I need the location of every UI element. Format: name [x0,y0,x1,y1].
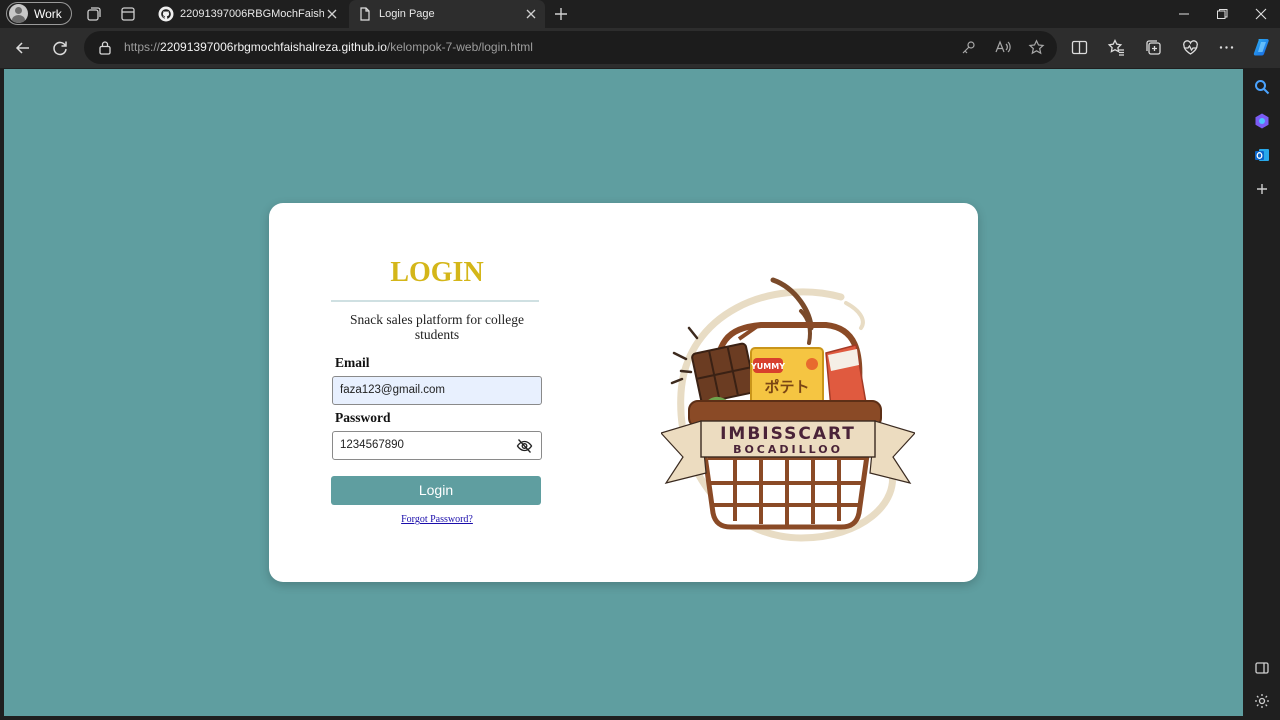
tab-actions-icon[interactable] [119,5,137,23]
split-screen-icon[interactable] [1070,38,1089,57]
login-form: LOGIN Snack sales platform for college s… [331,247,543,525]
snack-label: YUMMY [750,362,785,371]
page-title: LOGIN [390,257,484,288]
more-options-icon[interactable] [1217,38,1236,57]
password-label: Password [335,410,391,425]
title-divider [331,300,539,302]
forgot-password-link[interactable]: Forgot Password? [331,514,543,525]
avatar [9,4,28,23]
snack-text: ポテト [764,378,809,396]
profile-label: Work [34,6,62,21]
add-icon[interactable] [1253,180,1271,198]
url-text[interactable]: https://22091397006rbgmochfaishalreza.gi… [124,40,533,54]
login-card: LOGIN Snack sales platform for college s… [269,203,978,582]
close-tab-icon[interactable] [324,6,340,22]
back-icon[interactable] [13,38,33,58]
url-path: /kelompok-7-web/login.html [386,40,533,54]
minimize-icon[interactable] [1175,5,1193,23]
email-label: Email [335,355,370,370]
password-field[interactable]: 1234567890 [332,431,542,460]
lock-icon[interactable] [98,40,112,55]
tab-login-page[interactable]: Login Page [349,0,545,28]
close-tab-icon[interactable] [523,6,539,22]
browser-tab-bar: Work 22091397006RBGMochFaishalRe Login P… [0,0,1280,28]
login-button[interactable]: Login [331,476,541,505]
read-aloud-icon[interactable] [994,39,1011,56]
sidebar-toggle-icon[interactable] [1253,659,1271,677]
url-host: 22091397006rbgmochfaishalreza.github.io [160,40,387,54]
password-value: 1234567890 [340,439,404,451]
collections-icon[interactable] [1144,38,1163,57]
page-icon [360,7,370,21]
logo-subtitle: BOCADILLOO [733,443,843,456]
tab-title: 22091397006RBGMochFaishalRe [180,8,324,20]
outlook-icon[interactable] [1253,146,1271,164]
copilot-icon[interactable] [1252,37,1272,57]
page-viewport: LOGIN Snack sales platform for college s… [4,69,1243,716]
browser-essentials-icon[interactable] [1181,38,1200,57]
browser-toolbar: https://22091397006rbgmochfaishalreza.gi… [0,28,1280,68]
favorites-icon[interactable] [1107,38,1126,57]
new-tab-icon[interactable] [552,5,570,23]
tagline: Snack sales platform for college student… [350,312,524,342]
url-prefix: https:// [124,40,161,54]
imbisscart-logo: YUMMY ポテト IMBISSCART BOCADILLOO [661,277,915,542]
address-bar[interactable]: https://22091397006rbgmochfaishalreza.gi… [84,31,1057,64]
workspaces-icon[interactable] [85,5,103,23]
favorite-star-icon[interactable] [1028,39,1045,56]
profile-button[interactable]: Work [6,2,72,25]
email-value: faza123@gmail.com [340,384,445,396]
key-icon[interactable] [960,39,977,56]
settings-gear-icon[interactable] [1253,692,1271,710]
logo-brand: IMBISSCART [720,424,856,444]
close-window-icon[interactable] [1252,5,1270,23]
refresh-icon[interactable] [50,38,70,58]
github-icon [158,6,174,22]
tab-github[interactable]: 22091397006RBGMochFaishalRe [150,0,346,28]
eye-slash-icon[interactable] [516,438,533,454]
copilot-sidebar-icon[interactable] [1253,112,1271,130]
email-field[interactable]: faza123@gmail.com [332,376,542,405]
restore-icon[interactable] [1213,5,1231,23]
tab-title: Login Page [379,8,435,20]
search-icon[interactable] [1253,78,1271,96]
edge-sidebar [1244,68,1280,720]
